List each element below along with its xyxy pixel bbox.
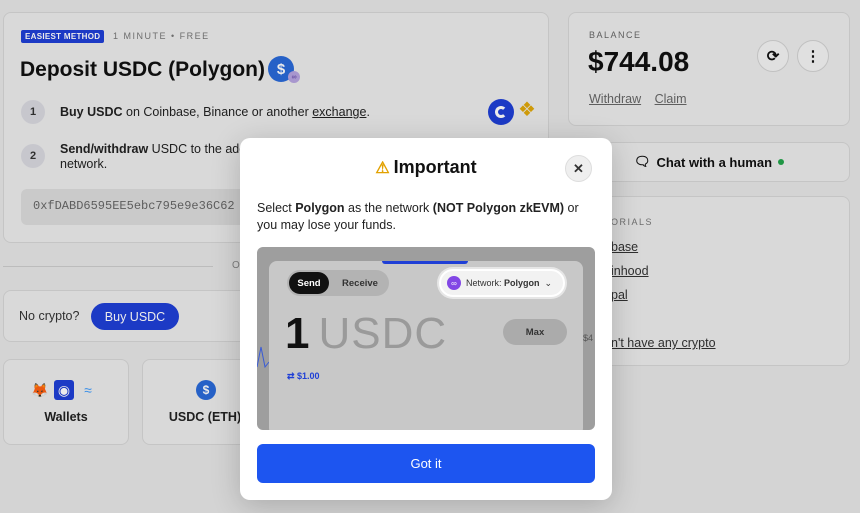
receive-tab: Receive (342, 277, 378, 289)
network-label: Network: Polygon (466, 278, 540, 288)
send-tab: Send (289, 272, 329, 294)
modal-message: Select Polygon as the network (NOT Polyg… (257, 200, 597, 234)
network-prefix: Network: (466, 278, 505, 288)
modal-title-text: Important (393, 157, 477, 177)
max-button: Max (503, 319, 567, 345)
msg-intro: Select (257, 201, 296, 215)
got-it-button[interactable]: Got it (257, 444, 595, 483)
side-value: $4 (583, 333, 594, 343)
chart-sparkline (257, 342, 270, 372)
polygon-icon: ∞ (447, 276, 461, 290)
network-name: Polygon (504, 278, 540, 288)
amount-unit: USDC (318, 309, 448, 358)
usd-value: ⇄ $1.00 (287, 371, 320, 381)
amount-number: 1 (285, 309, 311, 358)
msg-mid: as the network (344, 201, 433, 215)
modal-title: ⚠ Important (240, 157, 612, 178)
close-icon: ✕ (573, 160, 584, 176)
send-receive-toggle: Send Receive (287, 270, 389, 296)
network-selector: ∞ Network: Polygon ⌄ (439, 269, 565, 297)
important-modal: ⚠ Important ✕ Select Polygon as the netw… (240, 138, 612, 500)
msg-network: Polygon (295, 201, 345, 215)
preview-panel: Send Receive ∞ Network: Polygon ⌄ 1 USDC … (269, 261, 583, 430)
preview-top-strip (382, 261, 468, 264)
warning-icon: ⚠ (375, 159, 390, 177)
amount-display: 1 USDC (285, 309, 447, 359)
chevron-down-icon: ⌄ (544, 277, 553, 288)
msg-not-network: (NOT Polygon zkEVM) (432, 201, 565, 215)
close-button[interactable]: ✕ (565, 155, 592, 182)
network-preview-image: Send Receive ∞ Network: Polygon ⌄ 1 USDC … (257, 247, 595, 430)
